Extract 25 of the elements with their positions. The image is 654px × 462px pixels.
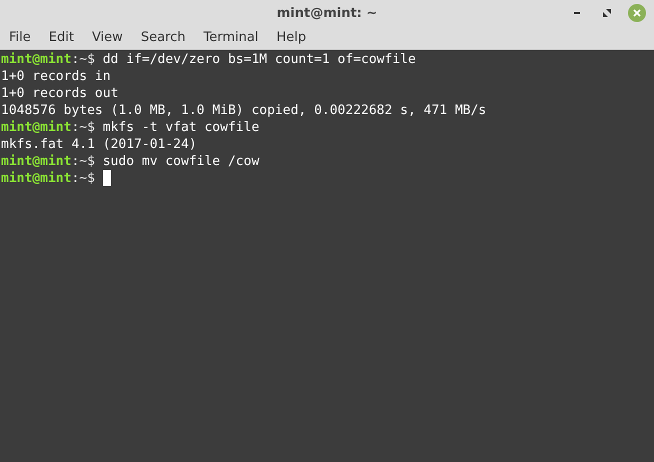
menu-item[interactable]: Edit (48, 28, 75, 48)
close-icon (633, 9, 641, 17)
output-text: 1+0 records out (1, 86, 118, 101)
command-text: mkfs -t vfat cowfile (102, 119, 260, 136)
menu-item[interactable]: Help (275, 28, 308, 48)
window-title: mint@mint: ~ (276, 5, 378, 24)
output-text: 1048576 bytes (1.0 MB, 1.0 MiB) copied, 0.00222682 s, 471 MB/s (1, 103, 486, 118)
menu-item[interactable]: Search (140, 28, 186, 48)
prompt-user: mint@mint (1, 51, 72, 68)
prompt-user: mint@mint (1, 153, 72, 170)
prompt-user: mint@mint (1, 170, 72, 187)
command-text: dd if=/dev/zero bs=1M count=1 of=cowfile (102, 51, 416, 68)
prompt-path: :~$ (71, 170, 95, 187)
prompt-path: :~$ (71, 153, 95, 170)
prompt-path: :~$ (71, 119, 95, 136)
prompt-path: :~$ (71, 51, 95, 68)
output-text: mkfs.fat 4.1 (2017-01-24) (1, 137, 197, 152)
output-text: 1+0 records in (1, 69, 111, 84)
prompt-user: mint@mint (1, 119, 72, 136)
command-text: sudo mv cowfile /cow (102, 153, 260, 170)
maximize-icon (603, 9, 611, 17)
menu-item[interactable]: View (90, 28, 124, 48)
menu-item[interactable]: Terminal (202, 28, 260, 48)
minimize-icon (574, 12, 580, 14)
menu-item[interactable]: File (8, 28, 32, 48)
